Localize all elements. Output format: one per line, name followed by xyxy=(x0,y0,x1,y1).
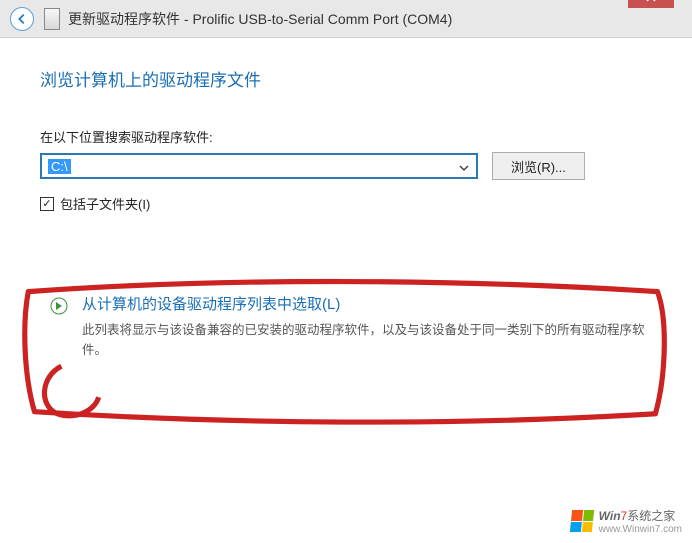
content-area: 浏览计算机上的驱动程序文件 在以下位置搜索驱动程序软件: C:\ 浏览(R)..… xyxy=(0,38,692,400)
watermark: Win7系统之家 www.Winwin7.com xyxy=(571,507,682,535)
windows-logo-icon xyxy=(569,510,593,532)
window-title: 更新驱动程序软件 - Prolific USB-to-Serial Comm P… xyxy=(68,9,452,29)
device-icon xyxy=(44,8,60,30)
path-combobox[interactable]: C:\ xyxy=(40,153,478,179)
titlebar: 更新驱动程序软件 - Prolific USB-to-Serial Comm P… xyxy=(0,0,692,38)
path-value: C:\ xyxy=(48,159,71,174)
page-heading: 浏览计算机上的驱动程序文件 xyxy=(40,66,652,91)
include-subfolders-label: 包括子文件夹(I) xyxy=(60,194,150,213)
pick-from-list-option[interactable]: 从计算机的设备驱动程序列表中选取(L) 此列表将显示与该设备兼容的已安装的驱动程… xyxy=(20,273,672,390)
watermark-text: Win7系统之家 www.Winwin7.com xyxy=(599,507,682,535)
search-location-label: 在以下位置搜索驱动程序软件: xyxy=(40,127,652,146)
close-button[interactable] xyxy=(628,0,674,8)
back-button[interactable] xyxy=(10,7,34,31)
include-subfolders-row[interactable]: ✓ 包括子文件夹(I) xyxy=(40,194,652,213)
browse-button[interactable]: 浏览(R)... xyxy=(492,152,585,180)
include-subfolders-checkbox[interactable]: ✓ xyxy=(40,197,54,211)
chevron-down-icon xyxy=(456,159,472,174)
path-row: C:\ 浏览(R)... xyxy=(40,152,652,180)
option-description: 此列表将显示与该设备兼容的已安装的驱动程序软件，以及与该设备处于同一类别下的所有… xyxy=(82,320,662,360)
arrow-right-icon xyxy=(50,297,68,315)
option-title: 从计算机的设备驱动程序列表中选取(L) xyxy=(82,293,662,314)
